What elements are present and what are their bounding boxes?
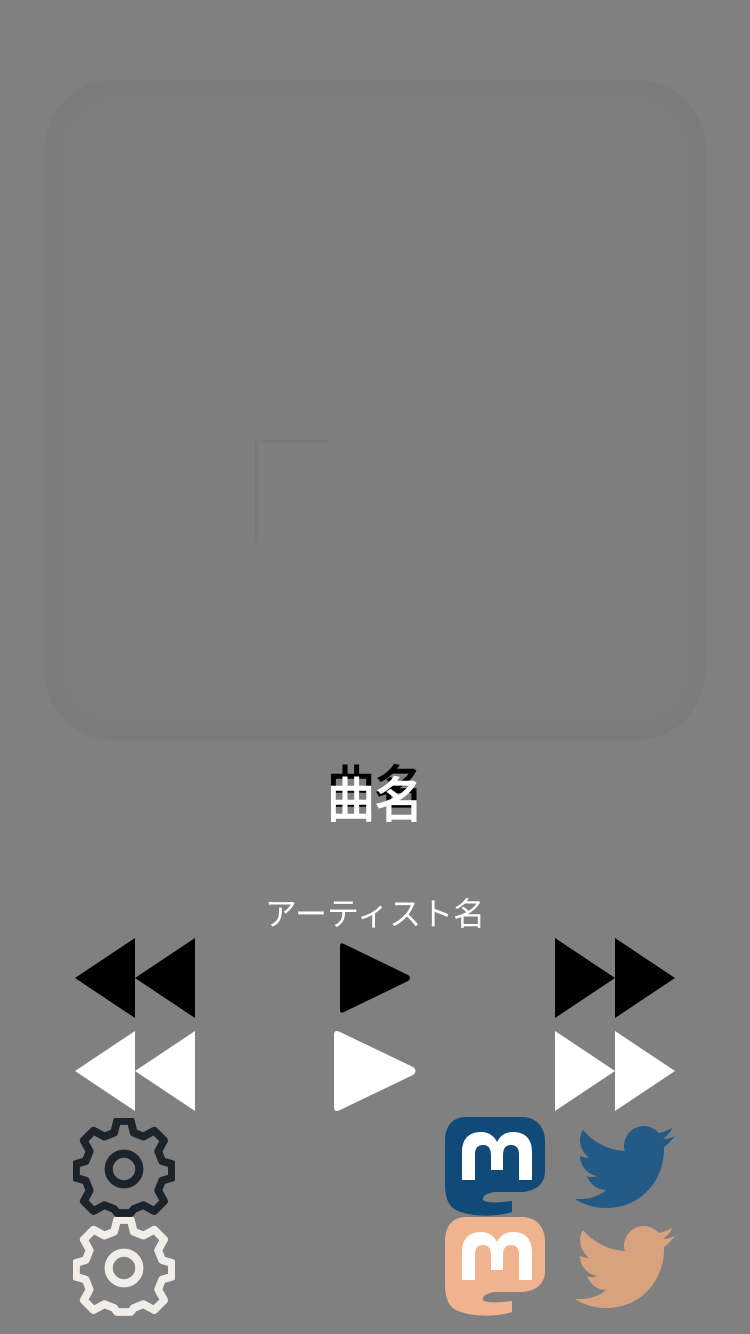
fast-forward-icon (555, 938, 675, 1018)
mastodon-share-button-dark[interactable] (442, 1117, 545, 1221)
fast-forward-button-dark[interactable] (555, 938, 676, 1018)
play-icon (340, 943, 410, 1013)
rewind-icon (75, 938, 195, 1018)
rewind-button-dark[interactable] (75, 938, 196, 1018)
settings-button-dark[interactable] (72, 1117, 176, 1224)
album-artwork (45, 80, 705, 740)
rewind-button-light[interactable] (75, 1031, 196, 1111)
settings-button-light[interactable] (72, 1216, 176, 1323)
fast-forward-icon (555, 1031, 675, 1111)
twitter-share-button-light[interactable] (575, 1226, 676, 1312)
play-button-dark[interactable] (340, 942, 412, 1014)
play-button-light[interactable] (334, 1029, 418, 1113)
gear-icon (72, 1117, 176, 1217)
music-note-icon (255, 440, 328, 543)
gear-icon (72, 1216, 176, 1316)
song-title: 曲名 (326, 773, 423, 829)
rewind-icon (75, 1031, 195, 1111)
mastodon-icon (445, 1117, 545, 1216)
play-icon (334, 1031, 416, 1111)
twitter-icon (575, 1126, 675, 1208)
twitter-share-button-dark[interactable] (575, 1126, 676, 1212)
artist-name: アーティスト名 (264, 895, 486, 933)
mastodon-icon (445, 1217, 545, 1316)
twitter-icon (575, 1226, 675, 1308)
fast-forward-button-light[interactable] (555, 1031, 676, 1111)
mastodon-share-button-light[interactable] (442, 1217, 545, 1321)
